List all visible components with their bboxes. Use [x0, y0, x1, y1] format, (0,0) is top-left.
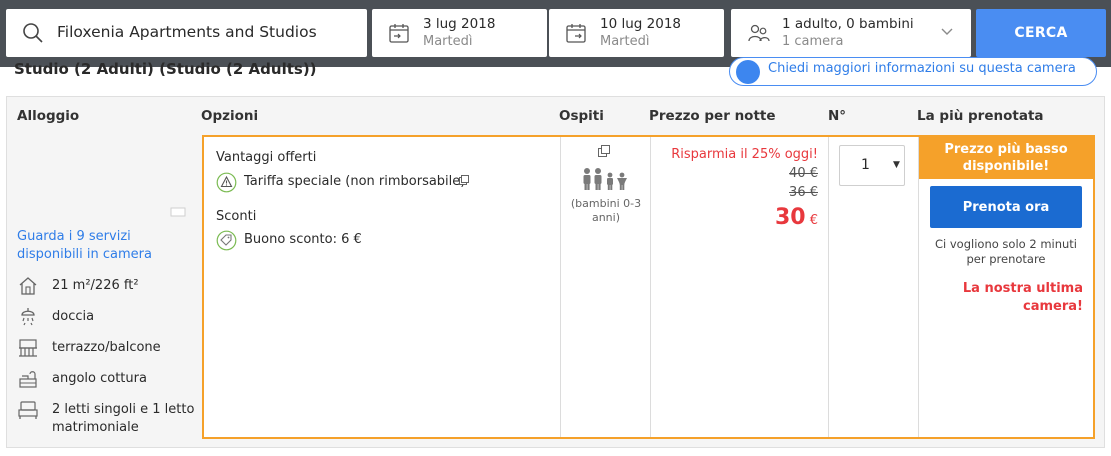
checkout-weekday: Martedì: [600, 34, 650, 49]
room-title: Studio (2 Adulti) (Studio (2 Adults)): [14, 60, 317, 78]
final-price: 30 €: [775, 205, 818, 230]
bed-icon: [18, 401, 38, 419]
chevron-down-icon: [941, 28, 953, 35]
house-icon: [19, 277, 37, 295]
coupon-label: Buono sconto: 6 €: [244, 232, 362, 247]
caret-down-icon: ▼: [893, 160, 900, 170]
savings-text: Risparmia il 25% oggi!: [671, 147, 818, 162]
crossed-price: 36 €: [789, 185, 818, 200]
room-info: Guarda i 9 servizi disponibili in camera…: [7, 135, 202, 447]
header-quantity: N°: [828, 108, 847, 124]
offer-row: Vantaggi offerti Tariffa speciale (non r…: [202, 135, 1095, 439]
family-icon: [583, 168, 627, 190]
room-quantity-select[interactable]: 1 ▼: [839, 145, 905, 186]
header-most-booked: La più prenotata: [917, 108, 1044, 124]
booking-time-note: Ci vogliono solo 2 minuti per prenotare: [935, 237, 1077, 266]
guests-summary: 1 adulto, 0 bambini: [782, 16, 914, 32]
header-price: Prezzo per notte: [649, 108, 776, 124]
last-room-alert: La nostra ultima camera!: [962, 281, 1083, 314]
warning-icon: [216, 172, 237, 193]
checkin-weekday: Martedì: [423, 34, 473, 49]
checkout-date: 10 lug 2018: [600, 16, 681, 32]
kitchenette-icon: [19, 371, 37, 388]
options-cell: Vantaggi offerti Tariffa speciale (non r…: [204, 137, 561, 437]
amenity-label: terrazzo/balcone: [52, 340, 161, 355]
quantity-value: 1: [861, 157, 870, 173]
checkin-calendar-icon: [389, 24, 409, 43]
photo-icon[interactable]: [170, 207, 186, 217]
more-info-label: Chiedi maggiori informazioni su questa c…: [768, 61, 1076, 76]
booking-cell: Prezzo più basso disponibile! Prenota or…: [919, 137, 1093, 437]
lowest-price-badge: Prezzo più basso disponibile!: [919, 137, 1093, 179]
shower-icon: [21, 308, 35, 326]
header-options: Opzioni: [201, 108, 259, 124]
search-button[interactable]: CERCA: [976, 9, 1106, 57]
rooms-summary: 1 camera: [782, 34, 844, 49]
guests-info-icon[interactable]: [598, 145, 610, 157]
destination-field[interactable]: Filoxenia Apartments and Studios: [6, 9, 367, 57]
amenity-label: angolo cottura: [52, 371, 147, 386]
room-table: Alloggio Opzioni Ospiti Prezzo per notte…: [6, 96, 1105, 448]
original-price: 40 €: [789, 166, 818, 181]
destination-text: Filoxenia Apartments and Studios: [57, 23, 317, 41]
amenity-label: 21 m²/226 ft²: [52, 278, 139, 293]
amenity-shower: doccia: [17, 306, 202, 340]
quantity-cell: 1 ▼: [829, 137, 919, 437]
chat-icon: [736, 60, 760, 84]
facilities-link[interactable]: Guarda i 9 servizi disponibili in camera: [17, 228, 197, 264]
amenity-label: doccia: [52, 309, 95, 324]
external-link-icon[interactable]: [459, 175, 469, 185]
checkout-field[interactable]: 10 lug 2018 Martedì: [549, 9, 724, 57]
checkin-date: 3 lug 2018: [423, 16, 496, 32]
checkout-calendar-icon: [566, 24, 586, 43]
guests-cell: (bambini 0-3 anni): [561, 137, 651, 437]
amenity-beds: 2 letti singoli e 1 letto matrimoniale: [17, 399, 202, 435]
guests-field[interactable]: 1 adulto, 0 bambini 1 camera: [731, 9, 971, 57]
discounts-heading: Sconti: [216, 209, 257, 224]
book-now-button[interactable]: Prenota ora: [930, 186, 1082, 228]
search-icon: [23, 23, 43, 43]
amenity-size: 21 m²/226 ft²: [17, 275, 202, 309]
amenity-kitchenette: angolo cottura: [17, 368, 202, 402]
balcony-icon: [19, 339, 37, 357]
checkin-field[interactable]: 3 lug 2018 Martedì: [372, 9, 547, 57]
header-room: Alloggio: [17, 108, 80, 124]
final-price-value: 30: [774, 205, 806, 230]
coupon-icon: [216, 230, 237, 251]
special-rate-label: Tariffa speciale (non rimborsabile): [244, 174, 466, 189]
benefits-heading: Vantaggi offerti: [216, 150, 317, 165]
final-price-currency: €: [809, 213, 818, 228]
price-cell: Risparmia il 25% oggi! 40 € 36 € 30 €: [651, 137, 829, 437]
more-info-button[interactable]: Chiedi maggiori informazioni su questa c…: [729, 57, 1097, 86]
header-guests: Ospiti: [559, 108, 604, 124]
guests-icon: [748, 24, 770, 42]
amenity-balcony: terrazzo/balcone: [17, 337, 202, 371]
amenity-label: 2 letti singoli e 1 letto matrimoniale: [52, 402, 195, 435]
children-note: (bambini 0-3 anni): [570, 197, 642, 224]
